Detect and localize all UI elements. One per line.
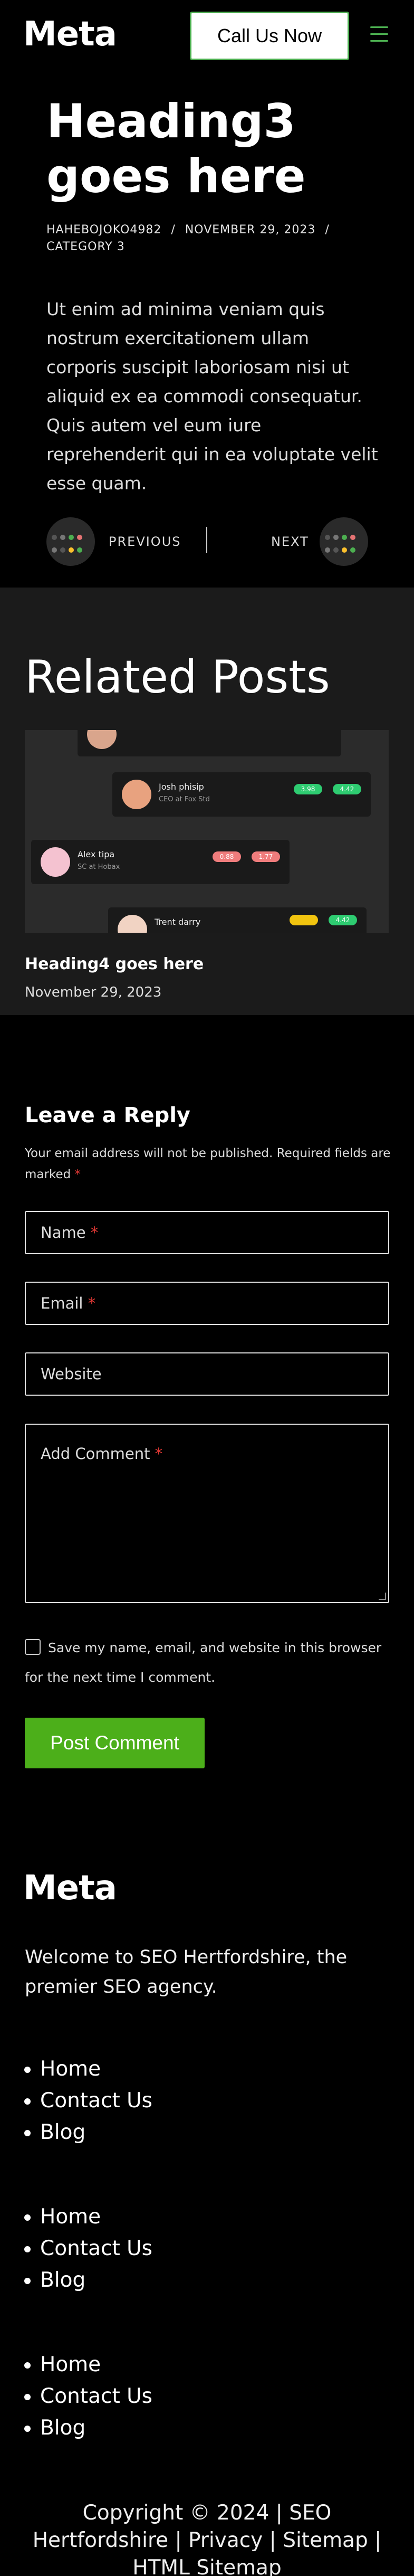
reply-note: Your email address will not be published…	[25, 1147, 391, 1181]
footer-link-blog[interactable]: Blog	[40, 2117, 251, 2148]
consent-checkbox[interactable]	[25, 1639, 41, 1655]
comment-field[interactable]: Add Comment *	[25, 1424, 389, 1603]
post-comment-button[interactable]: Post Comment	[25, 1718, 205, 1768]
post-meta: HAHEBOJOKO4982/NOVEMBER 29, 2023/ CATEGO…	[46, 223, 330, 253]
related-post-date: November 29, 2023	[25, 984, 162, 1000]
website-field[interactable]: Website	[25, 1352, 389, 1396]
previous-post-link[interactable]: PREVIOUS	[109, 534, 181, 549]
consent-label: Save my name, email, and website in this…	[25, 1640, 382, 1685]
footer-menu-2: Home Contact Us Blog	[40, 2201, 251, 2296]
site-header: Meta Call Us Now	[0, 0, 414, 74]
next-post-link[interactable]: NEXT	[271, 534, 309, 549]
previous-post-thumbnail[interactable]	[46, 517, 95, 566]
menu-icon[interactable]	[370, 26, 388, 42]
footer-link-contact[interactable]: Contact Us	[40, 2085, 251, 2117]
thumb-card-1: Josh phisip CEO at Fox Std 3.98 4.42	[112, 772, 371, 817]
footer-link-contact[interactable]: Contact Us	[40, 2381, 251, 2412]
related-posts-section: Related Posts Josh phisip CEO at Fox Std…	[0, 588, 414, 1015]
post-navigation: PREVIOUS NEXT	[46, 517, 368, 566]
footer-menu-1: Home Contact Us Blog	[40, 2053, 251, 2148]
footer-description: Welcome to SEO Hertfordshire, the premie…	[25, 1947, 348, 1997]
related-post-title[interactable]: Heading4 goes here	[25, 955, 204, 973]
copyright-text: Copyright © 2024 | SEO Hertfordshire | P…	[32, 2501, 382, 2576]
thumb-card-3: Trent darry 4.42	[108, 907, 367, 933]
name-field[interactable]: Name *	[25, 1211, 389, 1254]
related-post-thumbnail[interactable]: Josh phisip CEO at Fox Std 3.98 4.42 Ale…	[25, 730, 389, 933]
post-date: NOVEMBER 29, 2023	[185, 223, 316, 236]
thumb-card-top	[78, 730, 341, 756]
post-title: Heading3 goes here	[46, 94, 306, 203]
related-posts-heading: Related Posts	[25, 651, 330, 704]
email-field[interactable]: Email *	[25, 1282, 389, 1325]
thumb-card-2: Alex tipa SC at Hobax 0.88 1.77	[31, 840, 290, 884]
footer-link-blog[interactable]: Blog	[40, 2412, 251, 2444]
nav-divider	[206, 527, 207, 553]
post-excerpt: Ut enim ad minima veniam quis nostrum ex…	[46, 299, 378, 494]
site-logo[interactable]: Meta	[23, 15, 117, 54]
footer-link-blog[interactable]: Blog	[40, 2265, 251, 2296]
post-author[interactable]: HAHEBOJOKO4982	[46, 223, 161, 236]
call-us-button[interactable]: Call Us Now	[190, 12, 349, 60]
reply-heading: Leave a Reply	[25, 1103, 191, 1128]
footer-menu-3: Home Contact Us Blog	[40, 2349, 251, 2444]
next-post-thumbnail[interactable]	[320, 517, 368, 566]
resize-handle-icon[interactable]	[379, 1593, 386, 1600]
footer-logo[interactable]: Meta	[23, 1869, 117, 1908]
footer-link-home[interactable]: Home	[40, 2053, 251, 2085]
post-category[interactable]: CATEGORY 3	[46, 240, 125, 253]
consent-row: Save my name, email, and website in this…	[25, 1633, 394, 1692]
footer-link-home[interactable]: Home	[40, 2201, 251, 2233]
footer-link-contact[interactable]: Contact Us	[40, 2233, 251, 2265]
footer-link-home[interactable]: Home	[40, 2349, 251, 2381]
